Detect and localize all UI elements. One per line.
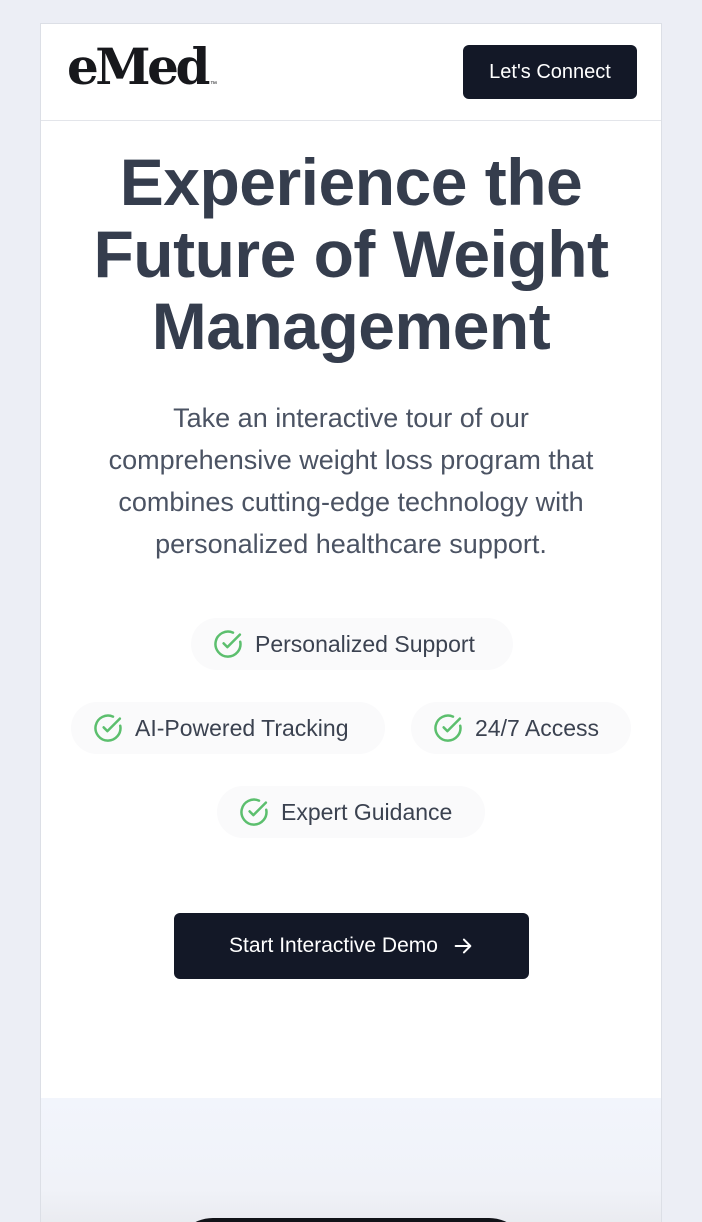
hero-subtitle-line: personalized healthcare support. <box>155 529 547 559</box>
hero-title: Experience the Future of Weight Manageme… <box>41 146 661 362</box>
hero-subtitle-line: comprehensive weight loss program that <box>108 445 594 475</box>
hero-subtitle: Take an interactive tour of our comprehe… <box>71 397 631 565</box>
hero-subtitle-line: combines cutting-edge technology with <box>118 487 584 517</box>
emed-logo[interactable]: eMed ™ <box>67 42 217 92</box>
device-mockup <box>173 1218 529 1222</box>
hero-subtitle-line: Take an interactive tour of our <box>173 403 529 433</box>
check-circle-icon <box>434 714 462 742</box>
feature-pill-expert-guidance: Expert Guidance <box>217 786 485 838</box>
demo-preview-section <box>41 1098 661 1222</box>
feature-pill-ai-powered-tracking: AI-Powered Tracking <box>71 702 385 754</box>
hero-title-line: Experience the <box>119 145 583 219</box>
feature-label: Personalized Support <box>255 630 475 657</box>
check-circle-icon <box>94 714 122 742</box>
feature-label: 24/7 Access <box>475 714 600 741</box>
feature-pill-24-7-access: 24/7 Access <box>411 702 631 754</box>
hero-title-line: Management <box>151 289 551 363</box>
logo-wordmark: eMed <box>67 37 210 96</box>
check-circle-icon <box>214 630 242 658</box>
start-interactive-demo-button[interactable]: Start Interactive Demo <box>174 913 529 979</box>
site-header: eMed ™ Let's Connect <box>41 24 661 121</box>
arrow-right-icon <box>454 938 472 954</box>
demo-button-label: Start Interactive Demo <box>229 934 438 957</box>
feature-label: Expert Guidance <box>281 798 453 825</box>
lets-connect-button[interactable]: Let's Connect <box>463 45 637 99</box>
feature-pill-personalized-support: Personalized Support <box>191 618 513 670</box>
logo-trademark: ™ <box>209 81 217 88</box>
page-frame: eMed ™ Let's Connect Experience the Futur… <box>40 23 662 1222</box>
check-circle-icon <box>240 798 268 826</box>
hero-title-line: Future of Weight <box>93 217 609 291</box>
feature-label: AI-Powered Tracking <box>135 714 349 741</box>
